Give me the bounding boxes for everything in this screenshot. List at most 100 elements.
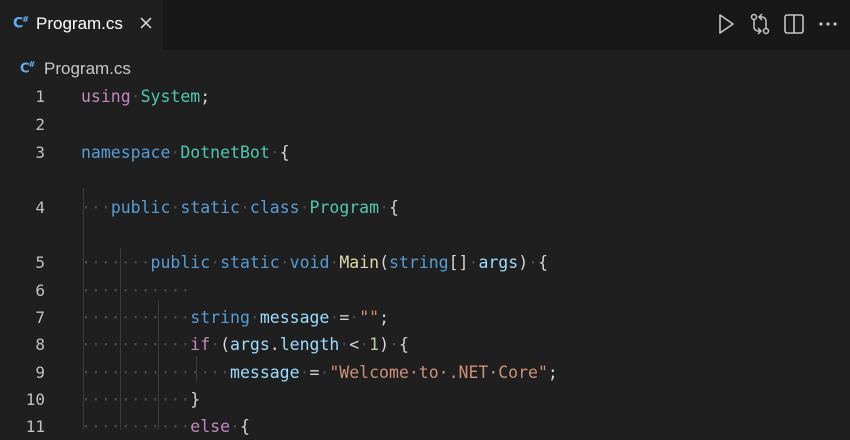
code-token: string — [190, 308, 250, 327]
code-token: ; — [200, 87, 211, 106]
code-token: · — [170, 198, 181, 217]
code-token: DotnetBot — [180, 143, 270, 162]
code-line[interactable]: 5 ·······public·static·void·Main(string[]… — [0, 250, 850, 276]
code-token: string — [389, 253, 449, 272]
line-number: 8 — [35, 335, 45, 354]
code-text: ···········string·message·=·""; — [81, 308, 389, 327]
breadcrumb-file[interactable]: Program.cs — [44, 59, 131, 79]
code-token: · — [279, 253, 290, 272]
code-line[interactable]: 2 — [0, 112, 850, 138]
code-text: ··········· — [81, 281, 190, 300]
line-number: 1 — [35, 87, 45, 106]
code-line[interactable]: 9 ···············message·=·"Welcome·to·.N… — [0, 360, 850, 386]
code-token: ······· — [81, 253, 151, 272]
code-token: "Welcome·to·.NET·Core" — [329, 363, 548, 382]
code-token: else — [190, 417, 231, 436]
code-token: public — [110, 198, 171, 217]
code-line[interactable]: 4 ···public·static·class·Program·{ — [0, 195, 850, 221]
code-token: namespace — [81, 143, 171, 162]
line-number: 7 — [35, 308, 45, 327]
code-token: ··· — [81, 198, 111, 217]
code-token: { — [389, 198, 399, 217]
code-text: namespace·DotnetBot·{ — [81, 143, 290, 162]
code-token: ··········· — [81, 281, 191, 300]
code-token: · — [339, 335, 350, 354]
code-token: { — [538, 253, 548, 272]
code-token: · — [170, 143, 181, 162]
code-token: . — [269, 335, 280, 354]
code-token: { — [239, 417, 250, 436]
code-token: static — [220, 253, 280, 272]
code-line[interactable]: 11 ···········else·{ — [0, 414, 850, 440]
code-token: · — [269, 143, 280, 162]
code-token: ··········· — [81, 417, 191, 436]
indent-guide — [196, 356, 197, 382]
line-number: 6 — [35, 281, 45, 300]
breadcrumb: C# Program.cs — [0, 56, 850, 82]
code-token: ··········· — [81, 308, 191, 327]
code-token: ··············· — [81, 363, 231, 382]
code-token: } — [190, 390, 201, 409]
code-line[interactable]: 3 namespace·DotnetBot·{ — [0, 140, 850, 166]
code-token: { — [279, 143, 290, 162]
code-token: · — [379, 198, 389, 217]
code-token: Program — [309, 198, 380, 217]
code-token: · — [389, 335, 399, 354]
code-token: length — [279, 335, 340, 354]
code-token: void — [289, 253, 330, 272]
code-token: = — [309, 363, 320, 382]
code-token: · — [359, 335, 370, 354]
line-number: 9 — [35, 363, 45, 382]
csharp-file-icon: C# — [20, 60, 35, 77]
tab-title: Program.cs — [36, 14, 123, 33]
code-text: ···············message·=·"Welcome·to·.NE… — [81, 363, 558, 382]
line-number: 4 — [35, 198, 45, 217]
code-text: ···········else·{ — [81, 417, 250, 436]
close-icon[interactable] — [138, 15, 154, 31]
code-token: · — [239, 198, 250, 217]
code-token: · — [249, 308, 260, 327]
line-number: 3 — [35, 143, 45, 162]
code-line[interactable]: 8 ···········if·(args.length·<·1)·{ — [0, 332, 850, 358]
code-line[interactable]: 1 using·System; — [0, 84, 850, 110]
code-token: ( — [379, 253, 390, 272]
code-token: · — [329, 253, 340, 272]
split-editor-icon[interactable] — [782, 12, 806, 36]
code-token: Main — [339, 253, 380, 272]
code-token: ; — [379, 308, 389, 327]
code-token: · — [329, 308, 340, 327]
code-token: · — [349, 308, 360, 327]
tab-program-cs[interactable]: C# Program.cs — [0, 0, 163, 50]
code-token: ) — [518, 253, 529, 272]
line-number: 2 — [35, 115, 45, 134]
code-token: { — [398, 335, 409, 354]
play-icon[interactable] — [714, 12, 738, 36]
indent-guide — [83, 188, 84, 430]
code-token: ··········· — [81, 335, 191, 354]
code-token: using — [81, 87, 131, 106]
line-number: 10 — [25, 390, 45, 409]
code-line[interactable]: 7 ···········string·message·=·""; — [0, 305, 850, 331]
code-token: static — [180, 198, 240, 217]
code-token: [] — [448, 253, 469, 272]
code-token: ) — [379, 335, 390, 354]
code-line[interactable]: 6 ··········· — [0, 278, 850, 304]
code-text: ···········if·(args.length·<·1)·{ — [81, 335, 409, 354]
code-token: · — [230, 417, 240, 436]
code-token: · — [468, 253, 479, 272]
code-token: public — [150, 253, 211, 272]
ellipsis-icon[interactable] — [816, 12, 840, 36]
code-editor[interactable]: 1 using·System; 2 3 namespace·DotnetBot·{4 ··… — [0, 84, 850, 436]
code-token: "" — [359, 308, 380, 327]
code-token: System — [140, 87, 201, 106]
git-compare-icon[interactable] — [748, 12, 772, 36]
indent-guide — [120, 248, 121, 430]
indent-guide — [158, 300, 159, 430]
code-token: · — [528, 253, 539, 272]
line-number: 5 — [35, 253, 45, 272]
code-token: args — [478, 253, 519, 272]
code-line[interactable]: 10 ···········} — [0, 387, 850, 413]
code-token: message — [230, 363, 300, 382]
code-text: ···public·static·class·Program·{ — [81, 198, 399, 217]
code-token: class — [249, 198, 300, 217]
